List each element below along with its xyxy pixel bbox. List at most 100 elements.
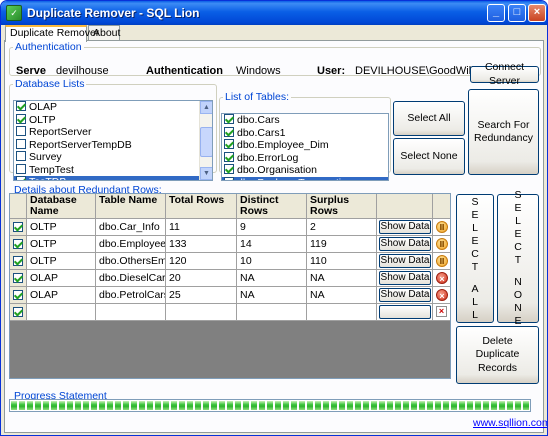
database-list-item-checkbox[interactable] bbox=[16, 163, 26, 174]
column-header-database-name[interactable]: Database Name bbox=[27, 194, 96, 219]
select-none-rows-button[interactable]: SELECTNONE bbox=[497, 189, 539, 327]
table-list-item-checkbox[interactable] bbox=[224, 139, 234, 150]
select-none-rows-letter: O bbox=[513, 289, 523, 301]
new-row[interactable]: × bbox=[10, 304, 450, 321]
progress-block bbox=[475, 401, 481, 410]
close-button[interactable]: × bbox=[528, 4, 546, 22]
select-all-tables-button[interactable]: Select All bbox=[393, 101, 465, 136]
progress-block bbox=[339, 401, 345, 410]
database-list-item-checkbox[interactable] bbox=[16, 176, 26, 180]
connect-server-button[interactable]: Connect Server bbox=[470, 61, 539, 87]
maximize-button[interactable]: □ bbox=[508, 4, 526, 22]
table-list-item-checkbox[interactable] bbox=[224, 176, 234, 180]
authentication-legend: Authentication bbox=[15, 41, 82, 53]
surplus-rows-cell: 110 bbox=[307, 253, 377, 270]
database-list-item-checkbox[interactable] bbox=[16, 113, 26, 124]
empty-cell[interactable] bbox=[307, 304, 377, 321]
database-list-item-checkbox[interactable] bbox=[16, 101, 26, 112]
pause-status-icon[interactable]: Ⅱ bbox=[436, 238, 448, 250]
database-name-cell: OLTP bbox=[27, 219, 96, 236]
sqllion-website-link[interactable]: www.sqllion.com bbox=[473, 417, 547, 429]
table-name-cell: dbo.Employee... bbox=[96, 236, 166, 253]
row-checkbox[interactable] bbox=[13, 256, 23, 266]
delete-row-icon[interactable]: × bbox=[436, 306, 447, 317]
database-list-item[interactable]: Survey bbox=[14, 151, 212, 164]
column-header-distinct-rows[interactable]: Distinct Rows bbox=[237, 194, 307, 219]
database-list-item-label: ReportServerTempDB bbox=[29, 138, 132, 151]
row-checkbox[interactable] bbox=[13, 222, 23, 232]
scroll-down-arrow-icon[interactable]: ▼ bbox=[200, 167, 212, 180]
progress-block bbox=[227, 401, 233, 410]
tables-listbox[interactable]: dbo.Cars dbo.Cars1 dbo.Employee_Dim dbo.Err… bbox=[221, 113, 389, 181]
empty-cell[interactable] bbox=[166, 304, 237, 321]
table-list-item-checkbox[interactable] bbox=[224, 164, 234, 175]
table-list-item[interactable]: dbo.PackageTransaction bbox=[222, 176, 388, 180]
progress-block bbox=[515, 401, 521, 410]
show-data-button[interactable]: Show Data bbox=[379, 220, 431, 234]
database-list-item-checkbox[interactable] bbox=[16, 151, 26, 162]
row-checkbox[interactable] bbox=[13, 290, 23, 300]
scroll-thumb[interactable] bbox=[200, 127, 212, 157]
database-list-item-checkbox[interactable] bbox=[16, 138, 26, 149]
show-data-button[interactable]: Show Data bbox=[379, 254, 431, 268]
database-list-scrollbar[interactable]: ▲ ▼ bbox=[199, 101, 212, 180]
progress-block bbox=[275, 401, 281, 410]
empty-action-button[interactable] bbox=[379, 305, 431, 319]
show-data-button[interactable]: Show Data bbox=[379, 237, 431, 251]
table-row[interactable]: OLTPdbo.OthersEm...12010110Show Data Ⅱ bbox=[10, 253, 450, 270]
tab-duplicate-remover[interactable]: Duplicate Remover bbox=[5, 25, 99, 42]
row-select-cell bbox=[10, 270, 27, 287]
progress-block bbox=[59, 401, 65, 410]
column-header-table-name[interactable]: Table Name bbox=[96, 194, 166, 219]
empty-cell[interactable] bbox=[27, 304, 96, 321]
pause-status-icon[interactable]: Ⅱ bbox=[436, 221, 448, 233]
progress-block bbox=[299, 401, 305, 410]
database-list-item[interactable]: TempTest bbox=[14, 164, 212, 177]
database-list-item[interactable]: ReportServerTempDB bbox=[14, 139, 212, 152]
column-header-surplus-rows[interactable]: Surplus Rows bbox=[307, 194, 377, 219]
row-checkbox[interactable] bbox=[13, 239, 23, 249]
delete-duplicate-records-button[interactable]: Delete Duplicate Records bbox=[456, 326, 539, 384]
table-row[interactable]: OLAP dbo.DieselCars 20 NA NA Show Data × bbox=[10, 270, 450, 287]
table-list-item-checkbox[interactable] bbox=[224, 126, 234, 137]
database-list-item[interactable]: TesTDB bbox=[14, 176, 212, 180]
error-status-icon[interactable]: × bbox=[436, 289, 448, 301]
table-list-item[interactable]: dbo.ErrorLog bbox=[222, 152, 388, 165]
minimize-button[interactable]: _ bbox=[487, 4, 505, 22]
status-cell: × bbox=[433, 287, 450, 304]
database-list-item[interactable]: OLAP bbox=[14, 101, 212, 114]
progress-block bbox=[243, 401, 249, 410]
empty-cell[interactable] bbox=[237, 304, 307, 321]
database-list-item[interactable]: ReportServer bbox=[14, 126, 212, 139]
table-list-item[interactable]: dbo.Employee_Dim bbox=[222, 139, 388, 152]
table-list-item-checkbox[interactable] bbox=[224, 114, 234, 125]
row-select-cell bbox=[10, 253, 27, 270]
database-list-item[interactable]: OLTP bbox=[14, 114, 212, 127]
scroll-up-arrow-icon[interactable]: ▲ bbox=[200, 101, 212, 114]
show-data-button[interactable]: Show Data bbox=[379, 288, 431, 302]
redundant-rows-grid: Database Name Table Name Total Rows Dist… bbox=[9, 193, 451, 379]
pause-status-icon[interactable]: Ⅱ bbox=[436, 255, 448, 267]
table-row[interactable]: OLTP dbo.Car_Info 11 9 2 Show Data Ⅱ bbox=[10, 219, 450, 236]
column-header-total-rows[interactable]: Total Rows bbox=[166, 194, 237, 219]
table-list-item-checkbox[interactable] bbox=[224, 151, 234, 162]
select-all-rows-letter: C bbox=[471, 247, 479, 260]
select-none-tables-button[interactable]: Select None bbox=[393, 138, 465, 175]
table-list-item[interactable]: dbo.Cars bbox=[222, 114, 388, 127]
show-data-button[interactable]: Show Data bbox=[379, 271, 431, 285]
database-list-item-checkbox[interactable] bbox=[16, 126, 26, 137]
new-row-checkbox[interactable] bbox=[13, 307, 23, 317]
error-status-icon[interactable]: × bbox=[436, 272, 448, 284]
select-all-rows-button[interactable]: SELECTALL bbox=[456, 194, 494, 323]
table-list-item[interactable]: dbo.Organisation bbox=[222, 164, 388, 177]
row-checkbox[interactable] bbox=[13, 273, 23, 283]
table-row[interactable]: OLTPdbo.Employee...13314119Show Data Ⅱ bbox=[10, 236, 450, 253]
empty-cell[interactable] bbox=[96, 304, 166, 321]
table-list-item[interactable]: dbo.Cars1 bbox=[222, 127, 388, 140]
table-row[interactable]: OLAP dbo.PetrolCars 25 NA NA Show Data × bbox=[10, 287, 450, 304]
search-for-redundancy-button[interactable]: Search For Redundancy bbox=[468, 89, 539, 175]
database-listbox[interactable]: OLAP OLTP ReportServer ReportServerTempDB Su… bbox=[13, 100, 213, 181]
database-lists-group: Database Lists OLAP OLTP ReportServer Repor… bbox=[9, 78, 217, 181]
distinct-rows-cell: NA bbox=[237, 287, 307, 304]
title-bar[interactable]: ✓ Duplicate Remover - SQL Lion _ □ × bbox=[1, 1, 547, 25]
